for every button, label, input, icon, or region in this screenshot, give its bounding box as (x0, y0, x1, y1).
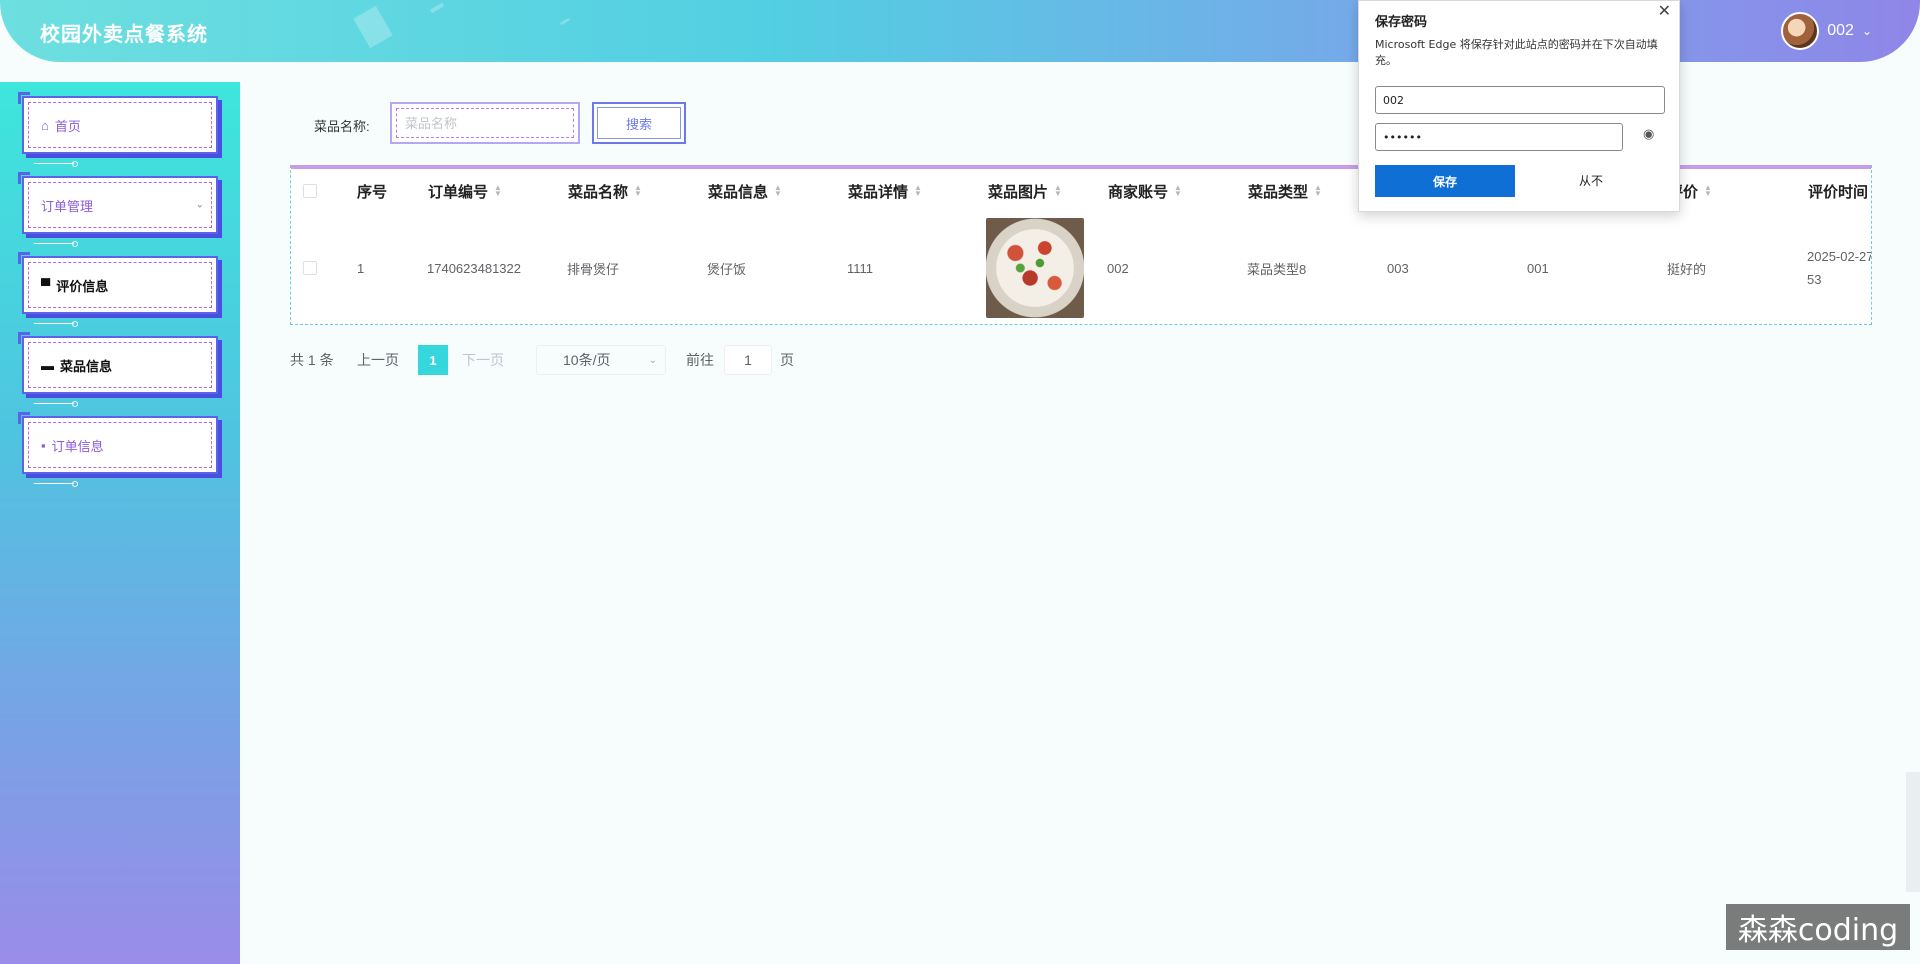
chevron-down-icon[interactable]: ⌄ (196, 200, 204, 211)
page-unit-label: 页 (780, 352, 794, 368)
sidebar-item-inner[interactable]: ⌂ 首页 (28, 102, 212, 148)
sort-icon[interactable]: ▲ ▼ (1314, 184, 1322, 198)
dish-image[interactable] (986, 218, 1084, 318)
row-checkbox[interactable] (303, 261, 317, 275)
cell-col-a: 003 (1387, 260, 1409, 276)
sidebar-item-home[interactable]: ⌂ 首页 (18, 92, 218, 167)
folder-icon: ▬ (41, 357, 54, 373)
sidebar: ⌂ 首页 订单管理 ⌄ ▀ 评价信息 ▬ 菜品信息 ▪ 订单信息 (0, 82, 240, 964)
sort-icon[interactable]: ▲ ▼ (1054, 184, 1062, 198)
username-field[interactable] (1375, 86, 1665, 114)
prev-page-button[interactable]: 上一页 (357, 350, 399, 370)
cell-review-time: 2025-02-27 53 (1807, 212, 1871, 324)
tick-decor (34, 401, 78, 407)
never-button[interactable]: 从不 (1579, 172, 1603, 189)
cell-col-b: 001 (1527, 260, 1549, 276)
decor-shape (559, 17, 571, 26)
user-menu[interactable]: 002 ⌄ (1781, 12, 1872, 50)
close-icon[interactable]: ✕ (1658, 1, 1671, 20)
sort-icon[interactable]: ▲ ▼ (1704, 184, 1712, 198)
goto-page-input[interactable] (724, 345, 772, 375)
save-button[interactable]: 保存 (1375, 165, 1515, 197)
page-number-current[interactable]: 1 (418, 345, 448, 375)
cell-index: 1 (357, 260, 365, 276)
sidebar-item-label: 菜品信息 (60, 358, 113, 374)
search-button[interactable]: 搜索 (592, 102, 686, 144)
chevron-down-icon[interactable]: ⌄ (1862, 24, 1872, 38)
sort-icon[interactable]: ▲ ▼ (774, 184, 782, 198)
sidebar-item-inner[interactable]: 订单管理 (28, 182, 212, 228)
column-header: 序号 (357, 183, 388, 201)
sort-icon[interactable]: ▲ ▼ (634, 184, 642, 198)
avatar[interactable] (1781, 12, 1820, 50)
review-time-line: 53 (1807, 272, 1822, 287)
sidebar-item-inner[interactable]: ▀ 评价信息 (28, 262, 212, 308)
cell-dish-name: 排骨煲仔 (567, 261, 620, 277)
scrollbar[interactable] (1906, 772, 1920, 892)
select-all-checkbox[interactable] (303, 184, 317, 198)
page-size-select[interactable]: 10条/页 ⌄ (536, 345, 666, 375)
column-header[interactable]: 商家账号 ▲ ▼ (1108, 170, 1182, 212)
column-header: 评价时间 (1808, 183, 1869, 201)
popup-title: 保存密码 (1375, 15, 1428, 30)
column-header[interactable]: 菜品信息 ▲ ▼ (708, 170, 782, 212)
note-icon: ▪ (41, 437, 46, 453)
save-password-popup: 保存密码 ✕ Microsoft Edge 将保存针对此站点的密码并在下次自动填… (1358, 0, 1680, 212)
sidebar-item-label: 订单管理 (41, 198, 94, 214)
username[interactable]: 002 (1827, 22, 1854, 40)
search-input[interactable] (396, 108, 574, 138)
decor-shape (429, 2, 445, 14)
column-header[interactable]: 菜品名称 ▲ ▼ (568, 170, 642, 212)
cell-review: 挺好的 (1667, 261, 1707, 277)
cell-order-no: 1740623481322 (427, 260, 521, 276)
basket-icon: ▀ (41, 277, 51, 293)
sort-icon[interactable]: ▲ ▼ (914, 184, 922, 198)
table-row[interactable]: 1 1740623481322 排骨煲仔 煲仔饭 1111 002 菜品类型8 … (291, 212, 1871, 324)
sidebar-item-label: 订单信息 (51, 438, 104, 454)
cell-dish-info: 煲仔饭 (707, 261, 747, 277)
eye-icon[interactable]: ◉ (1643, 127, 1654, 142)
goto-label: 前往 (686, 352, 714, 368)
search-label: 菜品名称: (314, 119, 370, 134)
sidebar-item-label: 评价信息 (56, 278, 109, 294)
cell-dish-detail: 1111 (847, 260, 874, 276)
password-field[interactable] (1375, 123, 1623, 151)
column-header[interactable]: 订单编号 ▲ ▼ (428, 170, 502, 212)
review-time-line: 2025-02-27 (1807, 249, 1871, 264)
next-page-button[interactable]: 下一页 (462, 350, 504, 370)
home-icon: ⌂ (41, 117, 49, 133)
cell-dish-type: 菜品类型8 (1247, 261, 1307, 277)
sidebar-item-reviews[interactable]: ▀ 评价信息 (18, 252, 218, 327)
chevron-down-icon[interactable]: ⌄ (649, 355, 657, 366)
page-size-value[interactable]: 10条/页 (563, 350, 610, 370)
watermark: 森森coding (1726, 904, 1910, 950)
cell-merchant: 002 (1107, 260, 1129, 276)
column-header[interactable]: 菜品类型 ▲ ▼ (1248, 170, 1322, 212)
sidebar-item-order-management[interactable]: 订单管理 ⌄ (18, 172, 218, 247)
tick-decor (34, 481, 78, 487)
sidebar-item-label: 首页 (54, 118, 81, 134)
sort-icon[interactable]: ▲ ▼ (494, 184, 502, 198)
sidebar-item-inner[interactable]: ▬ 菜品信息 (28, 342, 212, 388)
column-header[interactable]: 菜品详情 ▲ ▼ (848, 170, 922, 212)
tick-decor (34, 321, 78, 327)
decor-shape (353, 5, 393, 49)
search-input-frame[interactable] (390, 102, 580, 144)
tick-decor (34, 241, 78, 247)
sidebar-item-dishes[interactable]: ▬ 菜品信息 (18, 332, 218, 407)
sidebar-item-order-info[interactable]: ▪ 订单信息 (18, 412, 218, 487)
column-header[interactable]: 菜品图片 ▲ ▼ (988, 170, 1062, 212)
tick-decor (34, 161, 78, 167)
app-title: 校园外卖点餐系统 (40, 24, 208, 46)
sidebar-item-inner[interactable]: ▪ 订单信息 (28, 422, 212, 468)
search-button-label[interactable]: 搜索 (597, 107, 681, 139)
popup-description: Microsoft Edge 将保存针对此站点的密码并在下次自动填充。 (1375, 38, 1658, 67)
pagination-total: 共 1 条 (290, 352, 334, 368)
sort-icon[interactable]: ▲ ▼ (1174, 184, 1182, 198)
